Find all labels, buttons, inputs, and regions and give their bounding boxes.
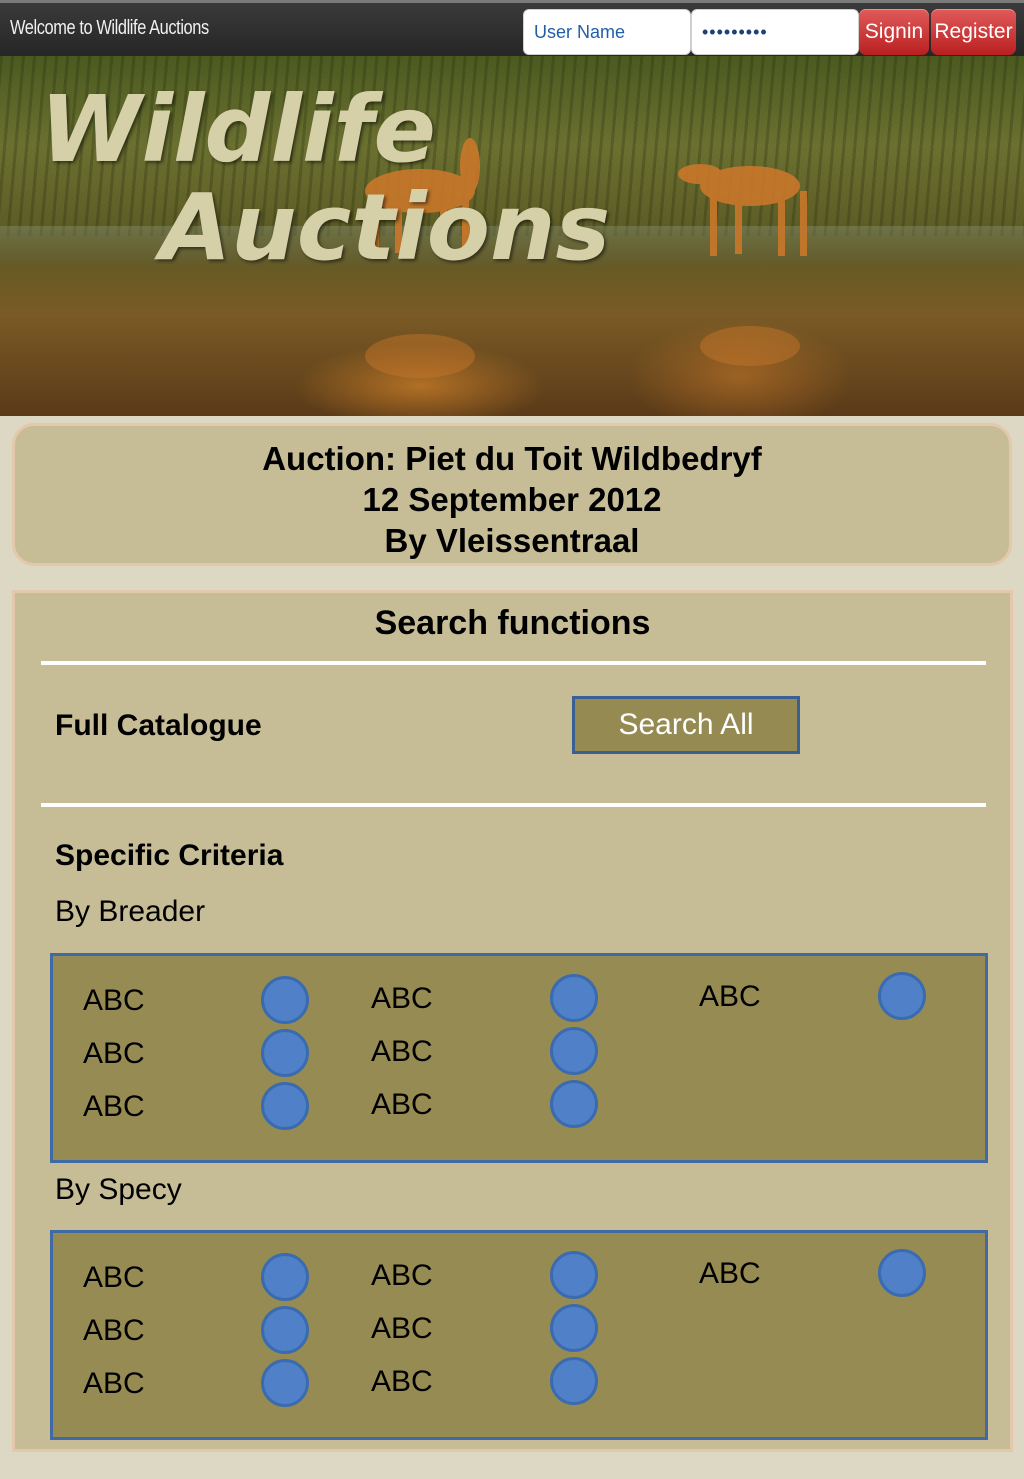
breeder-option-radio[interactable]: [261, 1082, 309, 1130]
species-option-radio[interactable]: [261, 1306, 309, 1354]
divider: [41, 803, 986, 807]
divider: [41, 661, 986, 665]
breeder-option-label: ABC: [83, 1090, 145, 1123]
species-option-radio[interactable]: [550, 1304, 598, 1352]
breeder-option-label: ABC: [371, 1088, 433, 1121]
search-functions-title: Search functions: [374, 604, 651, 642]
species-option-label: ABC: [371, 1259, 433, 1292]
top-bar: Welcome to Wildlife Auctions Signin Regi…: [0, 0, 1024, 56]
breeder-option-label: ABC: [83, 1037, 145, 1070]
species-options-box: ABC ABC ABC ABC ABC ABC ABC: [50, 1230, 988, 1440]
by-breeder-label: By Breader: [55, 895, 206, 928]
breeder-option-radio[interactable]: [878, 972, 926, 1020]
search-functions-panel: Search functions Full Catalogue Search A…: [12, 590, 1013, 1452]
species-option-radio[interactable]: [878, 1249, 926, 1297]
username-input[interactable]: [523, 9, 691, 55]
species-option-label: ABC: [371, 1312, 433, 1345]
breeder-option-label: ABC: [699, 980, 761, 1013]
species-option-label: ABC: [83, 1367, 145, 1400]
breeder-option-label: ABC: [83, 984, 145, 1017]
banner-title-line1: Wildlife: [40, 76, 436, 183]
password-input[interactable]: [691, 9, 859, 55]
signin-button[interactable]: Signin: [859, 9, 929, 55]
auction-name: Auction: Piet du Toit Wildbedryf: [262, 440, 762, 477]
welcome-text: Welcome to Wildlife Auctions: [10, 17, 209, 39]
breeder-option-radio[interactable]: [550, 1080, 598, 1128]
species-option-radio[interactable]: [550, 1357, 598, 1405]
species-option-radio[interactable]: [261, 1359, 309, 1407]
auction-organizer: By Vleissentraal: [384, 522, 640, 559]
banner-title-line2: Auctions: [160, 174, 611, 281]
banner-image: Wildlife Auctions: [0, 56, 1024, 416]
by-species-label: By Specy: [55, 1173, 182, 1206]
register-button[interactable]: Register: [931, 9, 1016, 55]
auction-info-box: Auction: Piet du Toit Wildbedryf 12 Sept…: [12, 423, 1012, 566]
species-option-label: ABC: [83, 1314, 145, 1347]
full-catalogue-label: Full Catalogue: [55, 709, 262, 742]
species-option-label: ABC: [371, 1365, 433, 1398]
species-option-radio[interactable]: [550, 1251, 598, 1299]
auction-date: 12 September 2012: [362, 481, 662, 518]
breeder-option-radio[interactable]: [550, 1027, 598, 1075]
breeder-option-radio[interactable]: [261, 976, 309, 1024]
breeder-option-label: ABC: [371, 982, 433, 1015]
breeder-option-label: ABC: [371, 1035, 433, 1068]
breeder-options-box: ABC ABC ABC ABC ABC ABC ABC: [50, 953, 988, 1163]
species-option-label: ABC: [83, 1261, 145, 1294]
breeder-option-radio[interactable]: [261, 1029, 309, 1077]
specific-criteria-label: Specific Criteria: [55, 839, 284, 872]
species-option-label: ABC: [699, 1257, 761, 1290]
species-option-radio[interactable]: [261, 1253, 309, 1301]
breeder-option-radio[interactable]: [550, 974, 598, 1022]
search-all-button[interactable]: Search All: [572, 696, 800, 754]
